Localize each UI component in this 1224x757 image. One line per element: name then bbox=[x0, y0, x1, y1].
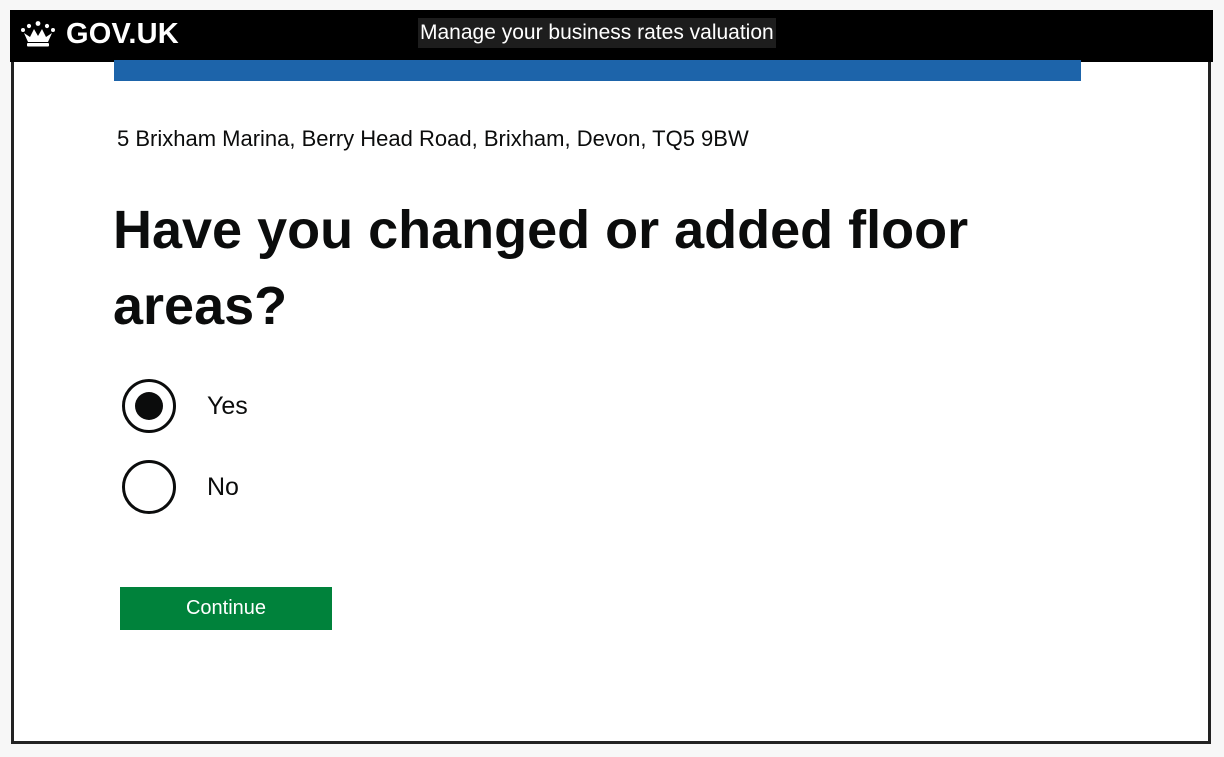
radio-selected-dot bbox=[135, 392, 163, 420]
service-name-link[interactable]: Manage your business rates valuation bbox=[418, 18, 776, 48]
radio-label-no[interactable]: No bbox=[207, 473, 239, 502]
accent-bar bbox=[114, 60, 1081, 81]
radio-button-no[interactable] bbox=[122, 460, 176, 514]
site-header: GOV.UK Manage your business rates valuat… bbox=[10, 10, 1213, 62]
radio-option-yes[interactable]: Yes bbox=[122, 379, 248, 433]
radio-option-no[interactable]: No bbox=[122, 460, 239, 514]
radio-label-yes[interactable]: Yes bbox=[207, 392, 248, 421]
continue-button[interactable]: Continue bbox=[120, 587, 332, 630]
logo-text: GOV.UK bbox=[66, 17, 179, 50]
page-title: Have you changed or added floor areas? bbox=[113, 200, 969, 336]
page-frame bbox=[11, 10, 1211, 744]
radio-button-yes[interactable] bbox=[122, 379, 176, 433]
govuk-logo-link[interactable]: GOV.UK bbox=[20, 16, 179, 52]
crown-icon bbox=[21, 21, 55, 47]
property-address: 5 Brixham Marina, Berry Head Road, Brixh… bbox=[117, 126, 749, 151]
